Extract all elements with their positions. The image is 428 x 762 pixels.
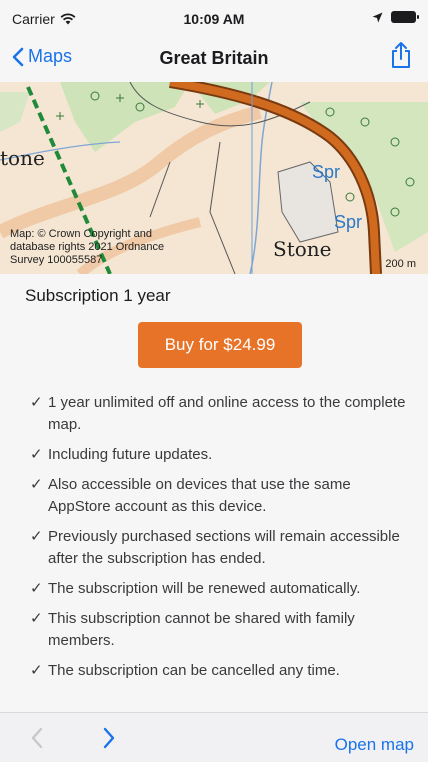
map-label-spr: Spr	[312, 162, 341, 182]
status-right	[372, 11, 419, 23]
checkmark-icon: ✓	[30, 580, 43, 597]
feature-text: Also accessible on devices that use the …	[48, 476, 351, 515]
share-button[interactable]	[390, 41, 412, 74]
page-title: Great Britain	[159, 48, 269, 68]
map-label-stone: Stone	[273, 237, 332, 261]
status-time: 10:09 AM	[183, 11, 245, 27]
checkmark-icon: ✓	[30, 528, 43, 545]
feature-text: This subscription cannot be shared with …	[48, 610, 355, 649]
checkmark-icon: ✓	[30, 610, 43, 627]
buy-button[interactable]: Buy for $24.99	[138, 322, 302, 368]
feature-text: The subscription will be renewed automat…	[48, 580, 361, 597]
previous-button[interactable]	[30, 727, 44, 754]
feature-item: ✓ Including future updates.	[30, 444, 410, 466]
feature-item: ✓ Also accessible on devices that use the…	[30, 474, 410, 518]
feature-text: 1 year unlimited off and online access t…	[48, 394, 406, 433]
checkmark-icon: ✓	[30, 446, 43, 463]
feature-text: Previously purchased sections will remai…	[48, 528, 400, 567]
checkmark-icon: ✓	[30, 476, 43, 493]
feature-list: ✓ 1 year unlimited off and online access …	[30, 392, 410, 690]
feature-text: Including future updates.	[48, 446, 213, 463]
feature-item: ✓ The subscription will be renewed automa…	[30, 578, 410, 600]
map-scale: 200 m	[385, 258, 416, 270]
map-label-spr-2: Spr	[334, 212, 363, 232]
chevron-left-icon	[31, 727, 43, 749]
map-label-tone: tone	[0, 146, 45, 170]
bottom-toolbar: Open map	[0, 712, 428, 762]
map-view[interactable]: tone Stone Spr Spr Map: © Crown Copyrigh…	[0, 82, 428, 274]
location-arrow-icon	[372, 12, 383, 22]
map-attribution: Map: © Crown Copyright and database righ…	[10, 228, 165, 266]
battery-icon	[391, 11, 419, 23]
feature-item: ✓ Previously purchased sections will rema…	[30, 526, 410, 570]
checkmark-icon: ✓	[30, 394, 43, 411]
share-icon	[392, 42, 410, 68]
feature-item: ✓ 1 year unlimited off and online access …	[30, 392, 410, 436]
feature-text: The subscription can be cancelled any ti…	[48, 662, 340, 679]
chevron-right-icon	[103, 727, 115, 749]
feature-item: ✓ The subscription can be cancelled any t…	[30, 660, 410, 682]
subscription-panel: Subscription 1 year Buy for $24.99 ✓ 1 ye…	[0, 274, 428, 712]
checkmark-icon: ✓	[30, 662, 43, 679]
status-bar: Carrier 10:09 AM	[0, 0, 428, 34]
feature-item: ✓ This subscription cannot be shared with…	[30, 608, 410, 652]
next-button[interactable]	[102, 727, 116, 754]
subscription-title: Subscription 1 year	[25, 286, 171, 305]
navigation-bar: Maps Great Britain	[0, 34, 428, 82]
open-map-button[interactable]: Open map	[335, 735, 414, 755]
